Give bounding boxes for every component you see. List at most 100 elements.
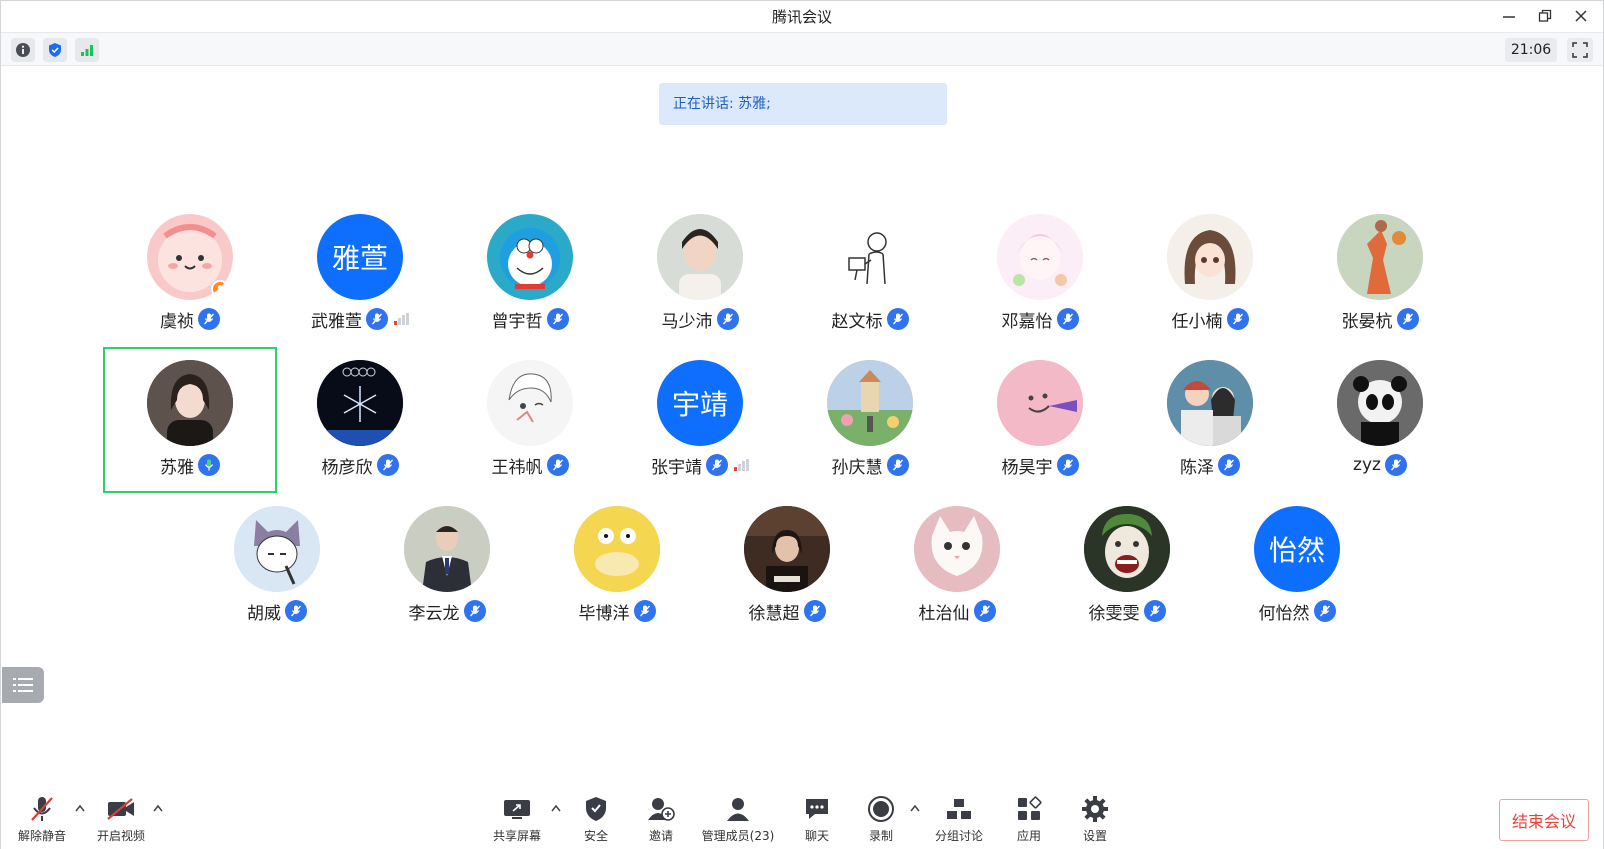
participant-tile[interactable]: 任小楠: [1123, 201, 1297, 347]
avatar: [487, 360, 573, 446]
avatar: [234, 506, 320, 592]
security-button[interactable]: 安全: [576, 793, 616, 849]
invite-label: 邀请: [648, 829, 673, 843]
breakout-icon: [947, 799, 971, 819]
start-video-button[interactable]: 开启视频: [91, 793, 151, 849]
record-button[interactable]: 录制: [861, 793, 901, 849]
avatar: [404, 506, 490, 592]
restore-button[interactable]: [1529, 3, 1561, 29]
psyduck-avatar-icon: [574, 506, 660, 592]
avatar: [997, 214, 1083, 300]
participant-tile[interactable]: 徐慧超: [700, 493, 874, 639]
share-options-caret[interactable]: [549, 801, 563, 815]
mic-muted-icon: [546, 454, 569, 476]
fullscreen-button[interactable]: [1567, 38, 1593, 62]
video-off-icon: [107, 798, 134, 820]
participant-tile[interactable]: 虞祯: [103, 201, 277, 347]
library-girl-photo-avatar-icon: [744, 506, 830, 592]
security-shield-button[interactable]: [43, 38, 67, 62]
participant-tile[interactable]: zyz: [1293, 347, 1467, 493]
mic-muted-icon: [285, 600, 307, 622]
avatar: [997, 360, 1083, 446]
participant-tile[interactable]: 雅萱 武雅萱: [273, 201, 447, 347]
avatar: [147, 214, 233, 300]
video-options-caret[interactable]: [151, 801, 165, 815]
audio-options-caret[interactable]: [73, 801, 87, 815]
participant-tile[interactable]: 张晏杭: [1293, 201, 1467, 347]
security-shield-icon: [586, 797, 606, 821]
participant-name: 杜治仙: [918, 603, 970, 624]
anime-boy-sketch-avatar-icon: [487, 360, 573, 446]
participant-tile[interactable]: 杜治仙: [870, 493, 1044, 639]
avatar: 怡然: [1254, 506, 1340, 592]
record-options-caret[interactable]: [908, 801, 922, 815]
mic-muted-icon: [803, 600, 826, 622]
apps-button[interactable]: 应用: [1009, 793, 1049, 849]
close-window-button[interactable]: [1565, 3, 1597, 29]
participant-row-2: 苏雅 杨彦欣 王祎帆 宇靖 张宇靖 孙庆慧 杨昊宇 陈泽 zyz: [1, 347, 1603, 493]
avatar: [1084, 506, 1170, 592]
host-person-icon: [213, 282, 227, 296]
manage-members-button[interactable]: 管理成员(23): [691, 793, 785, 849]
anime-brown-hair-avatar-icon: [1167, 214, 1253, 300]
avatar: [487, 214, 573, 300]
network-status-button[interactable]: [75, 38, 99, 62]
basketball-player-avatar-icon: [1337, 214, 1423, 300]
participant-tile[interactable]: 邓嘉怡: [953, 201, 1127, 347]
mic-speaking-icon: [198, 454, 220, 476]
host-badge: [211, 280, 229, 298]
participant-tile[interactable]: 杨昊宇: [953, 347, 1127, 493]
invite-button[interactable]: 邀请: [641, 793, 681, 849]
participant-list-toggle-button[interactable]: [2, 667, 44, 703]
participant-name: 张宇靖: [651, 457, 702, 478]
unmute-button[interactable]: 解除静音: [13, 793, 71, 849]
mic-muted-icon: [463, 600, 486, 622]
avatar: 宇靖: [657, 360, 743, 446]
participant-tile[interactable]: 陈泽: [1123, 347, 1297, 493]
participant-name: 邓嘉怡: [1001, 311, 1053, 332]
mic-muted-icon: [886, 454, 909, 476]
participant-tile-active-speaker[interactable]: 苏雅: [103, 347, 277, 493]
apps-label: 应用: [1016, 829, 1041, 843]
girl-dark-photo-avatar-icon: [147, 360, 233, 446]
participant-tile[interactable]: 毕博洋: [530, 493, 704, 639]
close-icon: [1575, 10, 1587, 22]
meeting-clock: 21:06: [1505, 38, 1557, 62]
participant-tile[interactable]: 宇靖 张宇靖: [613, 347, 787, 493]
participant-tile[interactable]: 王祎帆: [443, 347, 617, 493]
record-icon: [868, 796, 894, 822]
participant-name: 马少沛: [661, 311, 713, 332]
settings-button[interactable]: 设置: [1075, 793, 1115, 849]
breakout-label: 分组讨论: [934, 829, 983, 843]
participant-tile[interactable]: 李云龙: [360, 493, 534, 639]
minimize-button[interactable]: [1493, 3, 1525, 29]
participant-tile[interactable]: 曾宇哲: [443, 201, 617, 347]
title-bar: 腾讯会议: [1, 1, 1603, 31]
share-screen-button[interactable]: 共享屏幕: [489, 793, 545, 849]
chat-button[interactable]: 聊天: [797, 793, 837, 849]
end-meeting-button[interactable]: 结束会议: [1499, 799, 1589, 841]
avatar: [657, 214, 743, 300]
mic-off-icon: [31, 797, 53, 821]
window-title: 腾讯会议: [771, 8, 832, 26]
avatar: [914, 506, 1000, 592]
participant-tile[interactable]: 徐雯雯: [1040, 493, 1214, 639]
participant-tile[interactable]: 胡威: [190, 493, 364, 639]
avatar: [744, 506, 830, 592]
participant-tile[interactable]: 杨彦欣: [273, 347, 447, 493]
mic-muted-icon: [1384, 454, 1407, 476]
participant-tile[interactable]: 怡然 何怡然: [1210, 493, 1384, 639]
participant-name: 徐慧超: [748, 603, 800, 624]
breakout-rooms-button[interactable]: 分组讨论: [929, 793, 989, 849]
participant-tile[interactable]: 孙庆慧: [783, 347, 957, 493]
info-toolbar: 21:06: [1, 32, 1603, 66]
participant-name: 孙庆慧: [831, 457, 883, 478]
castle-garden-avatar-icon: [827, 360, 913, 446]
mic-muted-icon: [1313, 600, 1336, 622]
meeting-info-button[interactable]: [11, 38, 35, 62]
participant-tile[interactable]: 马少沛: [613, 201, 787, 347]
minimize-icon: [1503, 16, 1515, 18]
avatar: 雅萱: [317, 214, 403, 300]
participant-tile[interactable]: 赵文标: [783, 201, 957, 347]
mic-muted-icon: [973, 600, 996, 622]
